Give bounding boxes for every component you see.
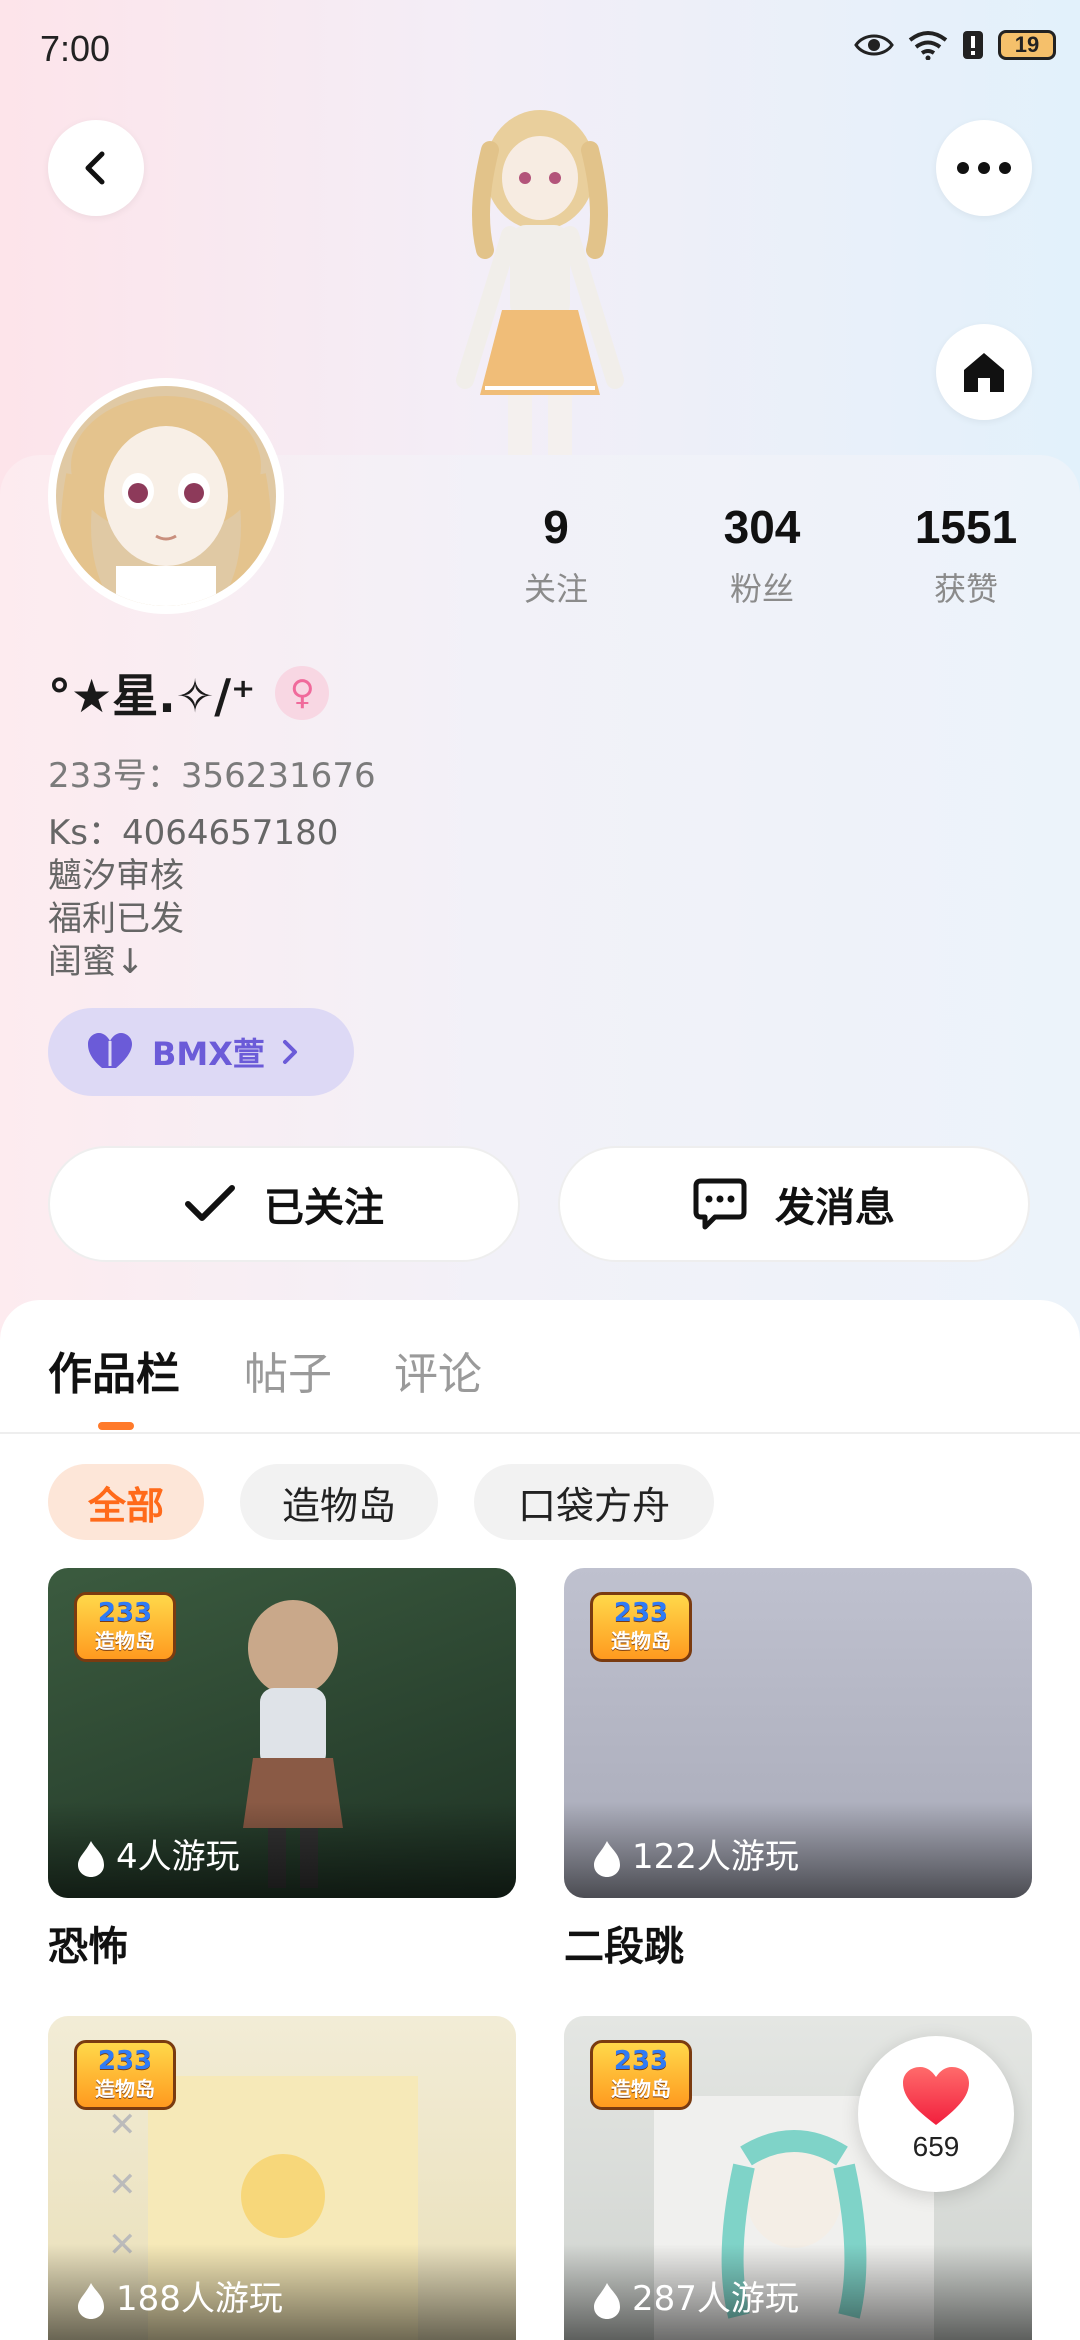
more-button[interactable]	[936, 120, 1032, 216]
chat-bubble-icon	[693, 1178, 747, 1230]
island-badge: 233 造物岛	[590, 1592, 692, 1662]
home-button[interactable]	[936, 324, 1032, 420]
svg-text:✕: ✕	[108, 2165, 137, 2205]
flame-icon	[594, 1841, 620, 1877]
filter-pocket-ark[interactable]: 口袋方舟	[474, 1464, 714, 1540]
following-button[interactable]: 已关注	[48, 1146, 520, 1262]
tab-divider	[0, 1432, 1080, 1434]
nickname: °★星.✧/⁺ ♀	[48, 660, 330, 726]
tab-posts[interactable]: 帖子	[244, 1338, 332, 1402]
heart-icon	[903, 2067, 969, 2125]
badge-number: 233	[613, 2046, 669, 2076]
wifi-icon	[908, 31, 948, 60]
island-badge: 233 造物岛	[74, 1592, 176, 1662]
female-icon: ♀	[275, 666, 330, 720]
back-button[interactable]	[48, 120, 144, 216]
tab-comments[interactable]: 评论	[394, 1338, 482, 1402]
play-count-text: 188人游玩	[116, 2279, 283, 2319]
stat-label: 获赞	[933, 570, 998, 608]
chevron-right-icon	[282, 1040, 297, 1064]
badge-text: 造物岛	[95, 1629, 155, 1653]
bio: Ks：4064657180 魑汐审核 福利已发 闺蜜↓	[48, 812, 338, 984]
badge-text: 造物岛	[611, 2077, 671, 2101]
badge-number: 233	[613, 1598, 669, 1628]
like-count: 659	[912, 2131, 960, 2162]
more-dots-icon	[957, 162, 1011, 174]
status-icons: 19	[854, 30, 1056, 60]
play-count: 188人游玩	[48, 2244, 516, 2340]
chevron-left-icon	[85, 151, 105, 185]
eye-icon	[854, 34, 894, 56]
alert-icon	[963, 31, 983, 59]
friend-tag-button[interactable]: BMX萱	[48, 1008, 354, 1096]
play-count: 122人游玩	[564, 1802, 1032, 1898]
stat-value: 1551	[914, 501, 1018, 553]
home-icon	[964, 353, 1004, 392]
bio-line: 福利已发	[48, 899, 184, 939]
tab-works[interactable]: 作品栏	[48, 1338, 180, 1402]
stat-label: 关注	[523, 570, 588, 608]
tab-active-indicator	[98, 1422, 134, 1430]
filter-all[interactable]: 全部	[48, 1464, 204, 1540]
stat-followers[interactable]: 304 粉丝	[662, 500, 862, 610]
stat-value: 304	[723, 501, 801, 553]
badge-text: 造物岛	[611, 1629, 671, 1653]
bio-line: 闺蜜↓	[48, 942, 145, 982]
battery-indicator: 19	[998, 30, 1056, 60]
play-count: 4人游玩	[48, 1802, 516, 1898]
hero-avatar-illustration	[456, 110, 624, 460]
heart-pair-icon	[88, 1033, 132, 1068]
work-card[interactable]: 233 造物岛 122人游玩	[564, 1568, 1032, 1898]
user-id: 233号：356231676	[48, 756, 376, 796]
stat-value: 9	[543, 501, 569, 553]
play-count-text: 4人游玩	[116, 1837, 240, 1877]
avatar-image	[56, 386, 276, 606]
like-float-button[interactable]: 659	[858, 2036, 1014, 2192]
work-card[interactable]: 233 造物岛 4人游玩	[48, 1568, 516, 1898]
filter-creation-island[interactable]: 造物岛	[240, 1464, 438, 1540]
following-label: 已关注	[264, 1185, 384, 1231]
work-title[interactable]: 恐怖	[48, 1914, 128, 1972]
play-count-text: 287人游玩	[632, 2279, 799, 2319]
send-message-button[interactable]: 发消息	[558, 1146, 1030, 1262]
battery-level: 19	[1014, 32, 1040, 57]
island-badge: 233 造物岛	[74, 2040, 176, 2110]
work-card[interactable]: ✕ ✕ ✕ 233 造物岛 188人游玩	[48, 2016, 516, 2340]
badge-number: 233	[97, 2046, 153, 2076]
status-time: 7:00	[40, 28, 111, 69]
tag-label: BMX萱	[152, 1035, 265, 1073]
flame-icon	[594, 2283, 620, 2319]
badge-number: 233	[97, 1598, 153, 1628]
check-icon	[185, 1185, 235, 1221]
avatar[interactable]	[48, 378, 284, 614]
flame-icon	[78, 1841, 104, 1877]
stat-following[interactable]: 9 关注	[456, 500, 656, 610]
badge-text: 造物岛	[95, 2077, 155, 2101]
play-count: 287人游玩	[564, 2244, 1032, 2340]
island-badge: 233 造物岛	[590, 2040, 692, 2110]
bio-line: Ks：4064657180	[48, 813, 339, 853]
svg-text:✕: ✕	[108, 2105, 137, 2145]
work-title[interactable]: 二段跳	[564, 1914, 684, 1972]
stat-likes[interactable]: 1551 获赞	[866, 500, 1066, 610]
stat-label: 粉丝	[729, 570, 794, 608]
bio-line: 魑汐审核	[48, 856, 184, 896]
play-count-text: 122人游玩	[632, 1837, 799, 1877]
nickname-text: °★星.✧/⁺	[48, 669, 256, 723]
flame-icon	[78, 2283, 104, 2319]
message-label: 发消息	[775, 1185, 895, 1231]
